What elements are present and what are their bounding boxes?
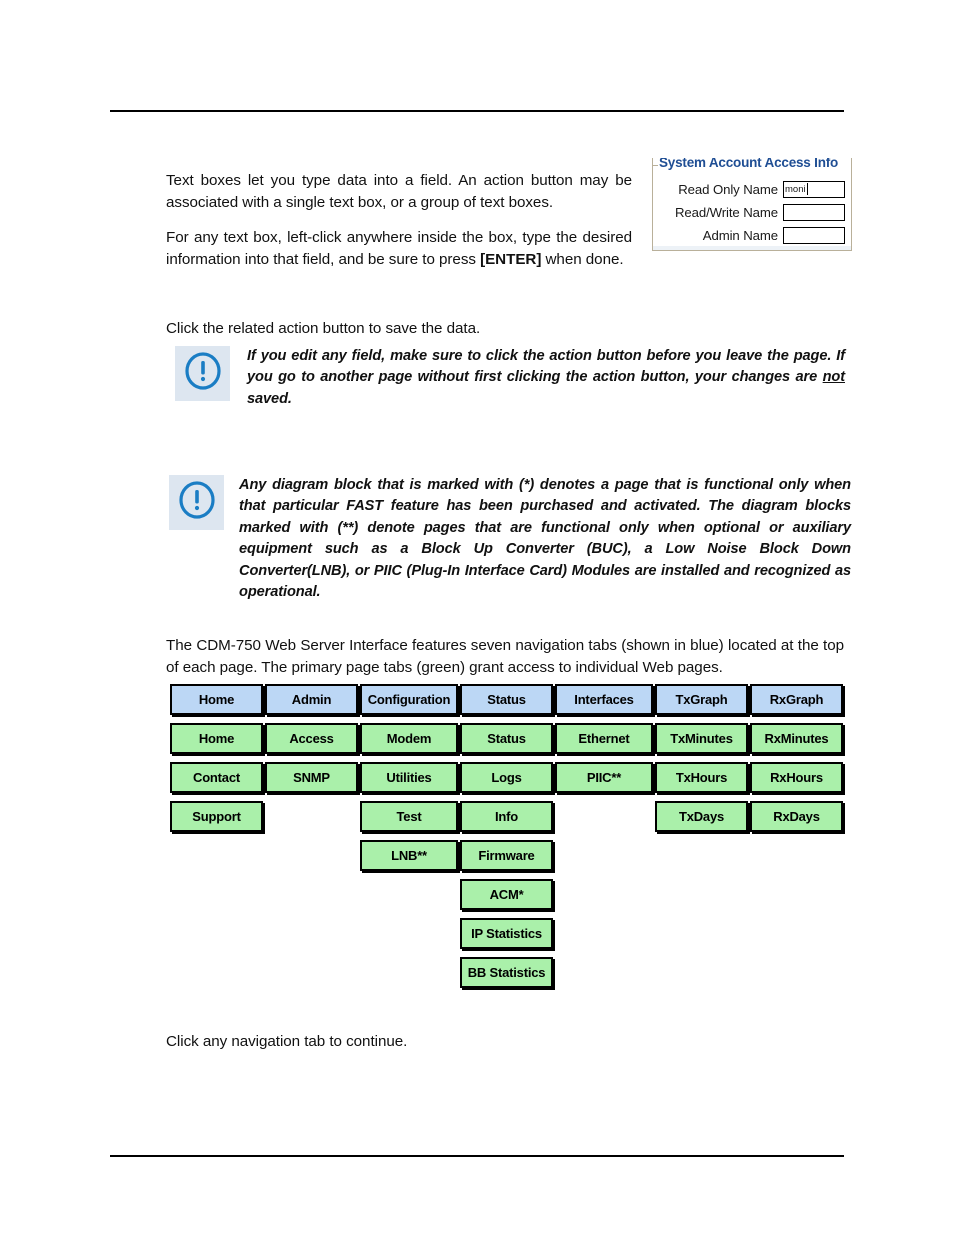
page-tab-rxhours[interactable]: RxHours	[750, 762, 843, 793]
page-tab-lnb[interactable]: LNB**	[360, 840, 458, 871]
field-row-read-only-name: Read Only Name moni	[653, 178, 851, 200]
field-row-read-write-name: Read/Write Name	[653, 201, 851, 223]
paragraph-any-textbox-post: when done.	[541, 251, 624, 269]
footer-rule	[110, 1155, 844, 1157]
page-tab-ip-statistics[interactable]: IP Statistics	[460, 918, 553, 949]
nav-tab-interfaces[interactable]: Interfaces	[555, 684, 653, 715]
field-row-admin-name: Admin Name	[653, 224, 851, 246]
nav-tab-configuration[interactable]: Configuration	[360, 684, 458, 715]
page-tab-status[interactable]: Status	[460, 723, 553, 754]
read-only-name-label: Read Only Name	[678, 181, 778, 197]
note-block-fast-feature: Any diagram block that is marked with (*…	[169, 475, 851, 603]
nav-tab-admin[interactable]: Admin	[265, 684, 358, 715]
info-exclamation-icon	[178, 481, 216, 524]
page-tab-txhours[interactable]: TxHours	[655, 762, 748, 793]
page-tab-snmp[interactable]: SNMP	[265, 762, 358, 793]
read-only-name-input[interactable]: moni	[783, 180, 845, 198]
panel-footer-strip	[653, 246, 851, 250]
page-tab-acm[interactable]: ACM*	[460, 879, 553, 910]
navigation-tab-diagram: Home Home Contact Support Admin Access SNMP Con…	[170, 684, 846, 1004]
page-tab-info[interactable]: Info	[460, 801, 553, 832]
page-tab-piic[interactable]: PIIC**	[555, 762, 653, 793]
note-1-text-pre: If you edit any field, make sure to clic…	[247, 348, 845, 386]
note-icon-background	[175, 346, 230, 401]
page-tab-support[interactable]: Support	[170, 801, 263, 832]
page-tab-rxminutes[interactable]: RxMinutes	[750, 723, 843, 754]
page-tab-utilities[interactable]: Utilities	[360, 762, 458, 793]
page-tab-home[interactable]: Home	[170, 723, 263, 754]
nav-tab-status[interactable]: Status	[460, 684, 553, 715]
page-tab-test[interactable]: Test	[360, 801, 458, 832]
paragraph-any-textbox: For any text box, left-click anywhere in…	[166, 227, 632, 271]
header-rule	[110, 110, 844, 112]
nav-tab-home[interactable]: Home	[170, 684, 263, 715]
paragraph-cdm750-intro: The CDM-750 Web Server Interface feature…	[166, 637, 844, 677]
page-tab-contact[interactable]: Contact	[170, 762, 263, 793]
read-write-name-input[interactable]	[783, 203, 845, 221]
note-block-save-changes: If you edit any field, make sure to clic…	[175, 346, 850, 410]
page-tab-modem[interactable]: Modem	[360, 723, 458, 754]
read-only-name-value: moni	[785, 183, 806, 195]
page-tab-txdays[interactable]: TxDays	[655, 801, 748, 832]
page-tab-rxdays[interactable]: RxDays	[750, 801, 843, 832]
panel-legend-label: System Account Access Info	[658, 158, 840, 170]
nav-tab-rxgraph[interactable]: RxGraph	[750, 684, 843, 715]
text-caret	[806, 183, 808, 195]
page-tab-firmware[interactable]: Firmware	[460, 840, 553, 871]
enter-key-emphasis: [ENTER]	[480, 251, 542, 269]
read-write-name-label: Read/Write Name	[674, 204, 778, 220]
note-1-text-underline: not	[822, 369, 845, 386]
info-exclamation-icon	[184, 352, 222, 395]
panel-legend-row: System Account Access Info	[653, 158, 851, 174]
page-tab-txminutes[interactable]: TxMinutes	[655, 723, 748, 754]
admin-name-label: Admin Name	[702, 227, 778, 243]
admin-name-input[interactable]	[783, 226, 845, 244]
note-text-save-changes: If you edit any field, make sure to clic…	[247, 346, 845, 410]
page-tab-ethernet[interactable]: Ethernet	[555, 723, 653, 754]
page-tab-access[interactable]: Access	[265, 723, 358, 754]
note-text-fast-feature: Any diagram block that is marked with (*…	[239, 477, 851, 601]
note-icon-background	[169, 475, 224, 530]
paragraph-textboxes-intro: Text boxes let you type data into a fiel…	[166, 172, 632, 212]
note-1-text-post: saved.	[247, 390, 292, 407]
nav-tab-txgraph[interactable]: TxGraph	[655, 684, 748, 715]
paragraph-click-related-action: Click the related action button to save …	[166, 320, 481, 338]
system-account-access-info-panel: System Account Access Info Read Only Nam…	[652, 158, 852, 251]
page-tab-bb-statistics[interactable]: BB Statistics	[460, 957, 553, 988]
paragraph-click-navigation-tab: Click any navigation tab to continue.	[166, 1033, 408, 1051]
page-tab-logs[interactable]: Logs	[460, 762, 553, 793]
